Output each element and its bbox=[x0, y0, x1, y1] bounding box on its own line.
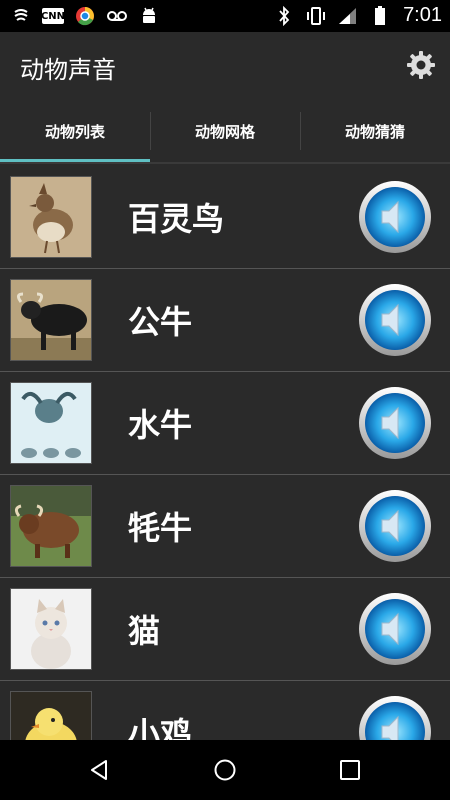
animal-list[interactable]: 百灵鸟 公牛 水牛 牦牛 猫 小鸡 bbox=[0, 166, 450, 740]
yak-photo bbox=[10, 485, 92, 567]
vibrate-icon bbox=[305, 5, 327, 27]
tab-animal-grid[interactable]: 动物网格 bbox=[150, 100, 300, 162]
animal-name: 水牛 bbox=[128, 406, 193, 444]
chick-photo bbox=[10, 691, 92, 740]
tab-divider bbox=[300, 112, 301, 150]
speaker-icon[interactable] bbox=[358, 592, 432, 666]
signal-app-icon bbox=[10, 5, 32, 27]
voicemail-icon bbox=[106, 5, 128, 27]
tab-animal-guess[interactable]: 动物猜猜 bbox=[300, 100, 450, 162]
list-item[interactable]: 小鸡 bbox=[0, 681, 450, 740]
tab-bar: 动物列表 动物网格 动物猜猜 bbox=[0, 100, 450, 162]
app-bar: 动物声音 bbox=[0, 32, 450, 100]
bull-photo bbox=[10, 279, 92, 361]
list-item[interactable]: 牦牛 bbox=[0, 475, 450, 578]
list-item[interactable]: 猫 bbox=[0, 578, 450, 681]
status-clock: 7:01 bbox=[403, 4, 442, 26]
animal-name: 牦牛 bbox=[128, 509, 193, 547]
water-buffalo-photo bbox=[10, 382, 92, 464]
lark-photo bbox=[10, 176, 92, 258]
list-item[interactable]: 公牛 bbox=[0, 269, 450, 372]
recents-icon[interactable] bbox=[338, 758, 362, 782]
speaker-icon[interactable] bbox=[358, 489, 432, 563]
android-icon bbox=[138, 5, 160, 27]
animal-name: 百灵鸟 bbox=[128, 200, 225, 238]
animal-name: 小鸡 bbox=[128, 715, 193, 740]
tab-label: 动物猜猜 bbox=[344, 122, 405, 141]
bluetooth-icon bbox=[273, 5, 295, 27]
animal-name: 猫 bbox=[128, 612, 161, 650]
tab-label: 动物网格 bbox=[194, 122, 255, 141]
back-icon[interactable] bbox=[88, 758, 112, 782]
tab-animal-list[interactable]: 动物列表 bbox=[0, 100, 150, 162]
app-title: 动物声音 bbox=[20, 56, 116, 84]
animal-name: 公牛 bbox=[128, 303, 193, 341]
speaker-icon[interactable] bbox=[358, 180, 432, 254]
speaker-icon[interactable] bbox=[358, 695, 432, 740]
navigation-bar bbox=[0, 740, 450, 800]
home-icon[interactable] bbox=[213, 758, 237, 782]
list-item[interactable]: 百灵鸟 bbox=[0, 166, 450, 269]
cell-signal-icon bbox=[337, 5, 359, 27]
status-bar: CNN 7:01 bbox=[0, 0, 450, 32]
cnn-icon: CNN bbox=[41, 8, 65, 24]
speaker-icon[interactable] bbox=[358, 283, 432, 357]
tab-label: 动物列表 bbox=[44, 122, 105, 141]
app-screen: CNN 7:01 动物声音 动物列表 动物网格 动物猜猜 百灵鸟 公牛 水牛 牦… bbox=[0, 0, 450, 800]
list-item[interactable]: 水牛 bbox=[0, 372, 450, 475]
tabs-divider-line bbox=[0, 162, 450, 164]
kitten-photo bbox=[10, 588, 92, 670]
speaker-icon[interactable] bbox=[358, 386, 432, 460]
gear-icon[interactable] bbox=[406, 50, 436, 80]
chrome-icon bbox=[74, 5, 96, 27]
battery-icon bbox=[369, 5, 391, 27]
tab-divider bbox=[150, 112, 151, 150]
